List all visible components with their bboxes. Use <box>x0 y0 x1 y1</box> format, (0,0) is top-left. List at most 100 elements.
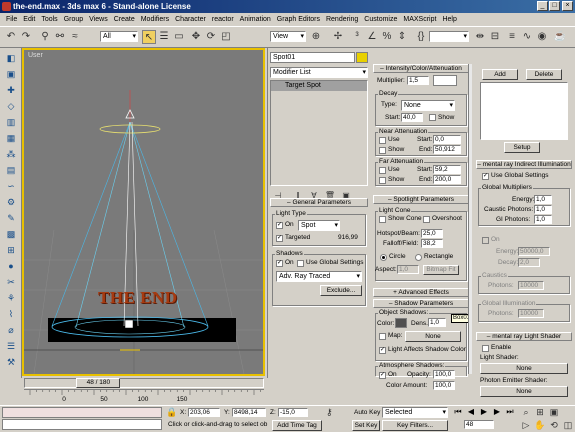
energy-field[interactable]: 1,0 <box>534 195 552 204</box>
set-key-button[interactable]: Set Key <box>352 420 380 431</box>
mr-on-checkbox[interactable] <box>482 237 489 244</box>
rectangle-radio[interactable] <box>415 254 422 261</box>
the-end-3d-text[interactable]: THE END <box>98 288 178 308</box>
near-end-field[interactable]: 50,912 <box>433 145 461 154</box>
pan-icon[interactable]: ✋ <box>534 419 546 431</box>
shadow-params-rollout-header[interactable]: – Shadow Parameters <box>373 299 469 308</box>
atmos-on-checkbox[interactable]: ✓ <box>379 372 386 379</box>
materials-icon[interactable]: ● <box>4 260 18 272</box>
undo-icon[interactable]: ↶ <box>4 30 18 44</box>
zoom-extents-icon[interactable]: ▣ <box>548 406 560 418</box>
light-on-checkbox[interactable]: ✓ <box>276 222 283 229</box>
snap-toggle-icon[interactable]: ³ <box>350 30 364 44</box>
select-by-name-icon[interactable]: ☰ <box>157 30 171 44</box>
panel-scrollbar[interactable] <box>468 64 472 374</box>
particles-icon[interactable]: ⁂ <box>4 148 18 160</box>
dynamics-icon[interactable]: ⚙ <box>4 196 18 208</box>
menu-help[interactable]: Help <box>442 16 456 23</box>
light-affects-shadow-checkbox[interactable]: ✓ <box>379 347 386 354</box>
far-use-checkbox[interactable] <box>379 167 386 174</box>
modifier-stack[interactable]: Target Spot <box>270 80 368 186</box>
use-global-settings-checkbox[interactable] <box>297 260 304 267</box>
selection-filter-dropdown[interactable]: All <box>100 31 138 42</box>
menu-character[interactable]: Character <box>175 16 206 23</box>
stack-item-target-spot[interactable]: Target Spot <box>271 81 367 91</box>
angle-snap-icon[interactable]: ∠ <box>365 30 379 44</box>
add-time-tag-button[interactable]: Add Time Tag <box>272 420 322 431</box>
overshoot-checkbox[interactable] <box>423 216 430 223</box>
shadows-on-checkbox[interactable]: ✓ <box>276 260 283 267</box>
menu-graph-editors[interactable]: Graph Editors <box>277 16 320 23</box>
cloth-icon[interactable]: ✂ <box>4 276 18 288</box>
shadow-color-swatch[interactable] <box>395 318 407 328</box>
space-warps-icon[interactable]: ⌀ <box>4 324 18 336</box>
link-icon[interactable]: ⚲ <box>38 30 52 44</box>
menu-reactor[interactable]: reactor <box>212 16 234 23</box>
goto-end-icon[interactable]: ⏭ <box>504 406 516 418</box>
aspect-field[interactable]: 1,0 <box>397 265 419 274</box>
menu-tools[interactable]: Tools <box>41 16 57 23</box>
light-color-swatch[interactable] <box>433 75 457 86</box>
material-editor-icon[interactable]: ◉ <box>535 30 549 44</box>
near-show-checkbox[interactable] <box>379 147 386 154</box>
far-end-field[interactable]: 200,0 <box>433 175 461 184</box>
named-sel-sets-icon[interactable]: {} <box>414 30 428 44</box>
opacity-field[interactable]: 100,0 <box>433 370 455 379</box>
caustic-photons2-field[interactable]: 10000 <box>518 281 544 290</box>
menu-create[interactable]: Create <box>114 16 135 23</box>
region-select-icon[interactable]: ▭ <box>172 30 186 44</box>
unlink-icon[interactable]: ⚯ <box>53 30 67 44</box>
falloff-field[interactable]: 38,2 <box>421 239 443 248</box>
modifier-list-dropdown[interactable]: Modifier List <box>270 67 368 78</box>
ref-coord-dropdown[interactable]: View <box>270 31 306 42</box>
play-icon[interactable]: ▶ <box>478 406 490 418</box>
add-button[interactable]: Add <box>482 69 518 80</box>
far-start-field[interactable]: 59,2 <box>433 165 461 174</box>
mr-enable-checkbox[interactable] <box>482 345 489 352</box>
menu-group[interactable]: Group <box>64 16 83 23</box>
layer-manager-icon[interactable]: ≡ <box>505 30 519 44</box>
arc-rotate-icon[interactable]: ⟲ <box>548 419 560 431</box>
select-rotate-icon[interactable]: ⟳ <box>204 30 218 44</box>
close-button[interactable]: × <box>562 1 573 11</box>
maximize-viewport-icon[interactable]: ◫ <box>562 419 574 431</box>
gi-photons-field[interactable]: 1,0 <box>534 215 552 224</box>
menu-file[interactable]: File <box>6 16 17 23</box>
near-use-checkbox[interactable] <box>379 137 386 144</box>
auto-key-label[interactable]: Auto Key <box>354 409 380 417</box>
menu-views[interactable]: Views <box>89 16 108 23</box>
uv-icon[interactable]: ⊞ <box>4 244 18 256</box>
photon-emitter-button[interactable]: None <box>480 386 568 397</box>
targeted-checkbox[interactable]: ✓ <box>276 235 283 242</box>
multiplier-field[interactable]: 1,5 <box>407 76 429 85</box>
zoom-all-icon[interactable]: ⊞ <box>534 406 546 418</box>
pivot-center-icon[interactable]: ⊕ <box>309 30 323 44</box>
caustic-photons-field[interactable]: 1,0 <box>534 205 552 214</box>
general-params-rollout-header[interactable]: – General Parameters <box>270 198 368 207</box>
patch-grids-icon[interactable]: ▤ <box>4 164 18 176</box>
gi-photons2-field[interactable]: 10000 <box>518 309 544 318</box>
y-coord-field[interactable]: 8498,14 <box>232 408 266 417</box>
select-manipulate-icon[interactable]: ✢ <box>331 30 345 44</box>
maximize-button[interactable]: □ <box>549 1 560 11</box>
select-scale-icon[interactable]: ◰ <box>219 30 233 44</box>
curve-editor-icon[interactable]: ∿ <box>520 30 534 44</box>
x-coord-field[interactable]: 203,06 <box>188 408 220 417</box>
light-type-dropdown[interactable]: Spot <box>298 220 340 231</box>
maxscript-listener[interactable] <box>2 407 162 418</box>
menu-animation[interactable]: Animation <box>240 16 271 23</box>
select-object-icon[interactable]: ↖ <box>142 30 156 44</box>
advanced-effects-rollout-header[interactable]: + Advanced Effects <box>373 288 469 297</box>
setup-button[interactable]: Setup <box>504 142 540 153</box>
mirror-icon[interactable]: ⇹ <box>473 30 487 44</box>
key-icon[interactable]: ⚷ <box>326 407 348 418</box>
shadow-map-button[interactable]: None <box>405 331 461 342</box>
key-filters-button[interactable]: Key Filters... <box>382 420 448 431</box>
minimize-button[interactable]: _ <box>537 1 548 11</box>
cameras-icon[interactable]: ▣ <box>4 68 18 80</box>
decay-show-checkbox[interactable] <box>429 114 436 121</box>
nurbs-icon[interactable]: ∽ <box>4 180 18 192</box>
redo-icon[interactable]: ↷ <box>19 30 33 44</box>
goto-start-icon[interactable]: ⏮ <box>452 406 464 418</box>
color-amount-field[interactable]: 100,0 <box>433 381 455 390</box>
